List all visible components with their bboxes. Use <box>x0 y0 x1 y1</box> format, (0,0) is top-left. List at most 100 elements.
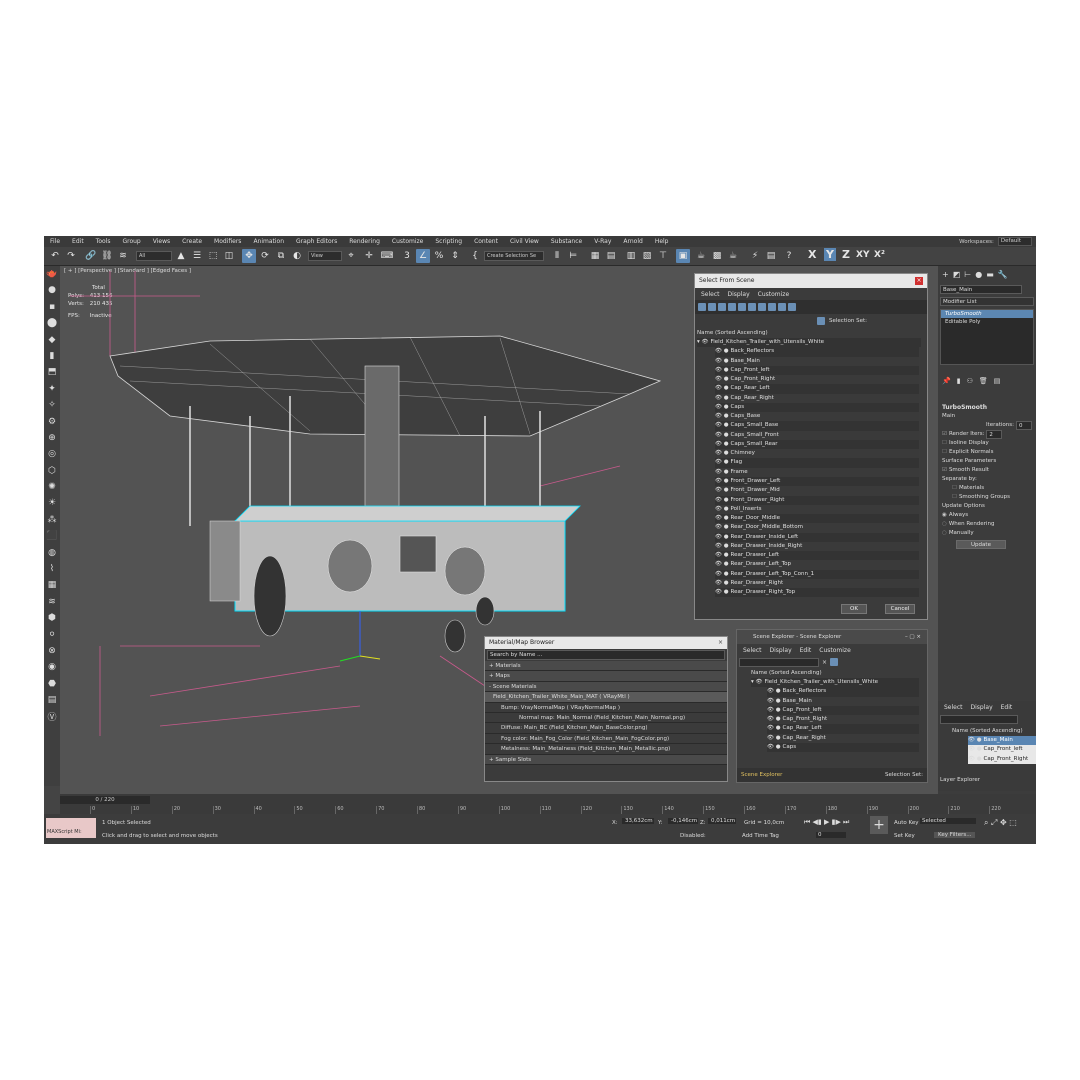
filter-helpers-icon[interactable] <box>738 303 746 311</box>
key-filters-button[interactable]: Key Filters... <box>934 832 976 838</box>
menu-vray[interactable]: V-Ray <box>588 238 617 245</box>
track-bar-ruler[interactable]: 0 10 20 30 40 50 60 70 80 90 100 110 120 130 140 150 160… <box>90 806 1030 814</box>
select-by-name-icon[interactable]: ☰ <box>190 249 204 263</box>
mmb-search-input[interactable]: Search by Name ... <box>487 650 725 660</box>
bones-icon[interactable]: ⌇ <box>44 561 60 577</box>
visibility-icon[interactable]: 👁 ● <box>767 744 781 750</box>
visibility-icon[interactable]: 👁 ● <box>715 358 729 364</box>
vfb-icon[interactable]: ▤ <box>44 692 60 708</box>
axis-xy-button[interactable]: XY <box>856 250 869 260</box>
camera-icon[interactable]: ▪ <box>44 299 60 315</box>
selection-filter-dropdown[interactable]: All <box>136 251 172 261</box>
menu-rendering[interactable]: Rendering <box>343 238 386 245</box>
teapot-icon[interactable]: 🫖 <box>44 266 60 282</box>
smooth-result-checkbox[interactable]: Smooth Result <box>942 466 1032 475</box>
sfs-list-item[interactable]: 👁 ● Rear_Drawer_Left_Top <box>715 560 919 570</box>
visibility-icon[interactable]: 👁 ● <box>715 506 729 512</box>
mmb-metalness-row[interactable]: Metalness: Main_Metalness (Field_Kitchen… <box>485 744 727 755</box>
cloth-icon[interactable]: ≋ <box>44 594 60 610</box>
make-unique-icon[interactable]: ⚇ <box>967 377 973 391</box>
hierarchy-icon[interactable]: ⊕ <box>44 430 60 446</box>
particle-icon[interactable]: ⁂ <box>44 512 60 528</box>
manually-radio[interactable]: Manually <box>942 529 1032 538</box>
place-icon[interactable]: ◐ <box>290 249 304 263</box>
bind-space-warp-icon[interactable]: ≋ <box>116 249 130 263</box>
visibility-icon[interactable]: 👁 ● <box>715 376 729 382</box>
undo-icon[interactable]: ↶ <box>48 249 62 263</box>
menu-arnold[interactable]: Arnold <box>617 238 648 245</box>
visibility-icon[interactable]: 👁 ● <box>968 746 982 752</box>
sfs-list-item[interactable]: 👁 ● Back_Reflectors <box>715 347 919 356</box>
scene-explorer-icon[interactable]: ▦ <box>588 249 602 263</box>
helper-icon[interactable]: ✦ <box>44 381 60 397</box>
se-window-controls[interactable]: – ▢ × <box>905 630 921 644</box>
box-icon[interactable]: ⬛ <box>44 528 60 544</box>
sfs-list-item[interactable]: 👁 ● Rear_Door_Middle <box>715 514 919 523</box>
render-iters-label[interactable]: Render Iters: <box>942 430 984 439</box>
menu-help[interactable]: Help <box>649 238 675 245</box>
proxy-icon[interactable]: ⬣ <box>44 676 60 692</box>
menu-views[interactable]: Views <box>147 238 176 245</box>
sfs-list-item[interactable]: 👁 ● Rear_Drawer_Right <box>715 578 919 589</box>
ribbon-icon[interactable]: ▥ <box>624 249 638 263</box>
visibility-icon[interactable]: 👁 ● <box>715 589 729 595</box>
remove-modifier-icon[interactable]: 🗑 <box>979 377 988 391</box>
object-name-field[interactable]: Base_Main <box>940 285 1022 294</box>
visibility-icon[interactable]: 👁 ● <box>767 716 781 722</box>
display-tab-icon[interactable]: ▬ <box>986 270 994 279</box>
render-iters-spinner[interactable]: 2 <box>986 430 1003 439</box>
curve-editor-icon[interactable]: ▧ <box>640 249 654 263</box>
utilities-icon[interactable]: ✺ <box>44 479 60 495</box>
materials-checkbox[interactable]: Materials <box>942 484 1032 493</box>
sfs-list-header[interactable]: Name (Sorted Ascending) <box>695 328 927 338</box>
menu-animation[interactable]: Animation <box>247 238 290 245</box>
filter-lights-icon[interactable] <box>718 303 726 311</box>
material-editor-icon[interactable]: ▣ <box>676 249 690 263</box>
visibility-icon[interactable]: 👁 ● <box>715 543 729 549</box>
se-menu-customize[interactable]: Customize <box>819 647 851 654</box>
key-selection-dropdown[interactable]: Selected <box>920 818 976 824</box>
modifier-list-dropdown[interactable]: Modifier List <box>940 297 1034 306</box>
angle-snap-icon[interactable]: ∠ <box>416 249 430 263</box>
playback-controls[interactable]: ⏮ ◀▮ ▶ ▮▶ ⏭ <box>804 818 849 827</box>
rect-selection-icon[interactable]: ⬚ <box>206 249 220 263</box>
sfs-list-item[interactable]: 👁 ● Flag <box>715 458 919 467</box>
visibility-icon[interactable]: 👁 ● <box>767 688 781 694</box>
percent-snap-icon[interactable]: % <box>432 249 446 263</box>
mesh-icon[interactable]: ⬢ <box>44 610 60 626</box>
redo-icon[interactable]: ↷ <box>64 249 78 263</box>
sfs-list-item[interactable]: 👁 ● Poll_Inserts <box>715 504 919 515</box>
filter-all-icon[interactable] <box>788 303 796 311</box>
ok-button[interactable]: OK <box>841 604 867 614</box>
sun-icon[interactable]: ☀ <box>44 495 60 511</box>
time-slider[interactable]: 0 / 220 <box>60 796 150 804</box>
sfs-list-item[interactable]: 👁 ● Rear_Drawer_Inside_Left <box>715 533 919 542</box>
align-icon[interactable]: ⊨ <box>566 249 580 263</box>
filter-cameras-icon[interactable] <box>728 303 736 311</box>
link-icon[interactable]: 🔗 <box>84 249 98 263</box>
visibility-icon[interactable]: 👁 ● <box>715 524 729 530</box>
select-manipulate-icon[interactable]: ✛ <box>362 249 376 263</box>
menu-file[interactable]: File <box>44 238 66 245</box>
se-list-item[interactable]: 👁 ● Base_Main <box>767 696 919 706</box>
filter-bones-icon[interactable] <box>778 303 786 311</box>
disabled-label[interactable]: Disabled: <box>680 833 706 839</box>
le-menu-select[interactable]: Select <box>944 704 963 711</box>
visibility-icon[interactable]: 👁 ● <box>767 725 781 731</box>
x-coord-field[interactable]: 33,632cm <box>622 818 654 824</box>
sfs-list-item[interactable]: 👁 ● Cap_Front_left <box>715 366 919 375</box>
sfs-list-item[interactable]: 👁 ● Rear_Drawer_Left_Top_Conn_1 <box>715 570 919 579</box>
sfs-list-item[interactable]: 👁 ● Rear_Drawer_Inside_Right <box>715 541 919 552</box>
visibility-icon[interactable]: 👁 ● <box>715 469 729 475</box>
visibility-icon[interactable]: 👁 ● <box>715 450 729 456</box>
sfs-list-item[interactable]: 👁 ● Rear_Drawer_Right_Top <box>715 588 919 597</box>
pivot-center-icon[interactable]: ⌖ <box>344 249 358 263</box>
visibility-icon[interactable]: 👁 ● <box>968 737 982 743</box>
sfs-list-item[interactable]: 👁 ● Cap_Rear_Left <box>715 384 919 393</box>
y-coord-field[interactable]: -0,146cm <box>668 818 698 824</box>
named-selection-set-dropdown[interactable]: Create Selection Se <box>484 251 544 261</box>
timeline[interactable]: 0 / 220 0 10 20 30 40 50 60 70 80 90 100 110 120 130 1… <box>60 794 1036 814</box>
visibility-icon[interactable]: 👁 ● <box>767 707 781 713</box>
le-list-item[interactable]: 👁 ● Cap_Front_left <box>968 745 1036 755</box>
sfs-list-item[interactable]: 👁 ● Rear_Door_Middle_Bottom <box>715 523 919 533</box>
